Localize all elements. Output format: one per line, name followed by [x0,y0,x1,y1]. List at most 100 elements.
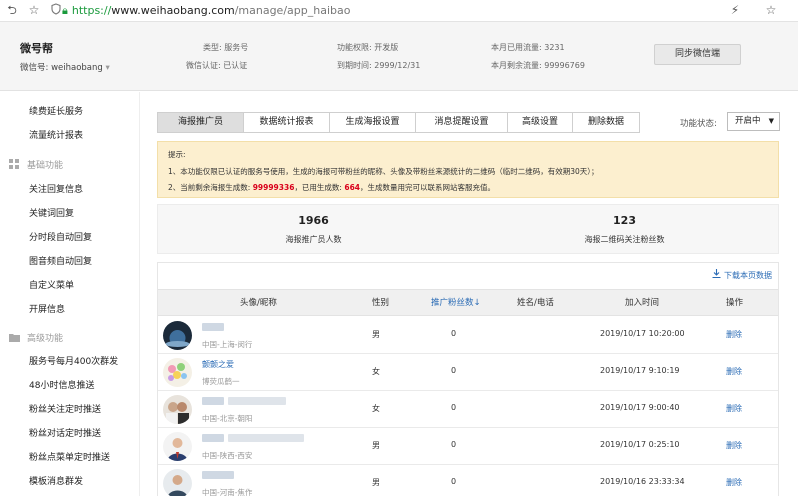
remaining-count: 99999336 [252,183,295,192]
remain-flow: 本月剩余流量: 99996769 [491,61,585,70]
join-time: 2019/10/17 10:20:00 [600,329,685,338]
delete-link[interactable]: 删除 [726,329,742,340]
lock-icon: 🔒︎ [62,4,68,17]
shield-icon[interactable] [49,3,63,17]
tab-reminder-settings[interactable]: 消息提醒设置 [415,112,508,133]
table-row: 颤颤之爱 博荧瓜鹤一 女 0 2019/10/17 9:10:19 删除 [158,354,778,391]
fans-count: 0 [451,403,457,412]
account-selector[interactable]: 微信号: weihaobang ▾ [20,61,110,73]
notice-box: 提示: 1、本功能仅限已认证的服务号使用，生成的海报可带粉丝的昵称、头像及带粉丝… [157,141,779,198]
chevron-down-icon: ▾ [105,63,110,73]
location: 中国-陕西-西安 [202,451,253,460]
followers-count: 123 [613,214,636,227]
tab-advanced-settings[interactable]: 高级设置 [507,112,573,133]
expire-time: 到期时间: 2999/12/31 [337,61,421,70]
nickname-blurred [228,397,286,405]
followers-label: 海报二维码关注粉丝数 [584,235,665,244]
promoters-count: 1966 [298,214,329,227]
sync-wechat-button[interactable]: 同步微信端 [654,44,741,65]
sidebar-item-follow-push[interactable]: 粉丝关注定时推送 [29,402,101,415]
back-icon[interactable]: ⮌ [5,3,19,17]
sidebar-item-chat-push[interactable]: 粉丝对话定时推送 [29,426,101,439]
col-gender: 性别 [372,298,390,308]
url-bar[interactable]: 🔒︎ https://www.weihaobang.com/manage/app_… [62,2,350,19]
notice-line-1: 1、本功能仅限已认证的服务号使用，生成的海报可带粉丝的昵称、头像及带粉丝来源统计… [168,167,599,176]
sidebar-item-template-send[interactable]: 模板消息群发 [29,474,83,487]
delete-link[interactable]: 删除 [726,440,742,451]
promoters-table: 下载本页数据 头像/昵称 性别 推广粉丝数↓ 姓名/电话 加入时间 操作 中国-… [157,262,779,496]
download-icon [712,269,724,280]
sidebar-item-mass-send[interactable]: 服务号每月400次群发 [29,354,118,367]
url-path: /manage/app_haibao [234,4,351,17]
tab-promoters[interactable]: 海报推广员 [157,112,244,133]
url-scheme: https:// [71,4,112,17]
nickname-blurred [202,434,224,442]
join-time: 2019/10/16 23:33:34 [600,477,685,486]
status-value: 开启中 [735,116,761,126]
stat-promoters: 1966 海报推广员人数 [158,205,469,245]
notice-line-2: 2、当前剩余海报生成数: 99999336，已用生成数: 664，生成数量用完可… [168,182,495,193]
permission: 功能权限: 开发版 [337,43,399,52]
flash-icon[interactable]: ⚡︎ [728,3,742,17]
notice-text: ，生成数量用完可以联系网站客服充值。 [360,183,496,192]
sidebar-item-renew[interactable]: 续费延长服务 [29,104,83,117]
stat-followers: 123 海报二维码关注粉丝数 [469,205,780,245]
delete-link[interactable]: 删除 [726,366,742,377]
chevron-down-icon: ▼ [768,117,774,125]
col-action: 操作 [726,298,744,308]
sidebar-item-media-reply[interactable]: 图音频自动回复 [29,254,92,267]
sidebar-section-advanced: 高级功能 [9,331,63,344]
verify-status: 微信认证: 已认证 [186,61,248,70]
sidebar-item-menu-push[interactable]: 粉丝点菜单定时推送 [29,450,110,463]
col-fans-sort[interactable]: 推广粉丝数↓ [431,290,481,316]
download-link[interactable]: 下载本页数据 [712,269,772,281]
stats-panel: 1966 海报推广员人数 123 海报二维码关注粉丝数 [157,204,779,254]
section-label: 高级功能 [27,334,64,344]
star-icon[interactable]: ☆ [27,3,41,17]
sidebar-item-48h-push[interactable]: 48小时信息推送 [29,378,94,391]
avatar [163,321,192,350]
fans-count: 0 [451,329,457,338]
sidebar-item-flow-report[interactable]: 流量统计报表 [29,128,83,141]
sidebar-item-time-reply[interactable]: 分时段自动回复 [29,230,92,243]
star-outline-icon[interactable]: ☆ [764,3,778,17]
tab-statistics[interactable]: 数据统计报表 [243,112,330,133]
sidebar-item-keyword-reply[interactable]: 关键词回复 [29,206,74,219]
nickname-blurred [202,397,224,405]
gender: 男 [372,441,380,450]
delete-link[interactable]: 删除 [726,477,742,488]
sidebar-item-splash[interactable]: 开屏信息 [29,302,65,315]
sidebar: 续费延长服务 流量统计报表 基础功能 关注回复信息 关键词回复 分时段自动回复 … [0,92,140,496]
sidebar-item-custom-menu[interactable]: 自定义菜单 [29,278,74,291]
account-type: 类型: 服务号 [203,43,249,52]
account-header: 微号帮 微信号: weihaobang ▾ 类型: 服务号 微信认证: 已认证 … [0,22,798,91]
grid-icon [9,159,19,169]
tab-poster-settings[interactable]: 生成海报设置 [329,112,416,133]
table-row: 中国-河南-焦作 男 0 2019/10/16 23:33:34 删除 [158,465,778,496]
gender: 女 [372,404,380,413]
fans-count: 0 [451,477,457,486]
status-select[interactable]: 开启中 ▼ [727,112,780,131]
gender: 男 [372,478,380,487]
location: 中国-北京-朝阳 [202,414,253,423]
sidebar-item-follow-reply[interactable]: 关注回复信息 [29,182,83,195]
avatar [163,432,192,461]
gender: 男 [372,330,380,339]
tab-delete-data[interactable]: 删除数据 [572,112,640,133]
url-host: www.weihaobang.com [111,4,235,17]
nickname-blurred [228,434,304,442]
fans-count: 0 [451,440,457,449]
join-time: 2019/10/17 9:00:40 [600,403,680,412]
delete-link[interactable]: 删除 [726,403,742,414]
used-flow: 本月已用流量: 3231 [491,43,565,52]
notice-text: 2、当前剩余海报生成数: [168,183,253,192]
table-header: 头像/昵称 性别 推广粉丝数↓ 姓名/电话 加入时间 操作 [158,289,778,316]
table-row: 中国-上海-闵行 男 0 2019/10/17 10:20:00 删除 [158,317,778,354]
promoters-label: 海报推广员人数 [285,235,342,244]
tab-bar: 海报推广员 数据统计报表 生成海报设置 消息提醒设置 高级设置 删除数据 [157,112,640,133]
table-row: 中国-陕西-西安 男 0 2019/10/17 0:25:10 删除 [158,428,778,465]
col-join-time: 加入时间 [625,298,660,308]
notice-title: 提示: [168,150,186,159]
account-label: 微信号: weihaobang [20,63,103,73]
used-count: 664 [344,183,361,192]
